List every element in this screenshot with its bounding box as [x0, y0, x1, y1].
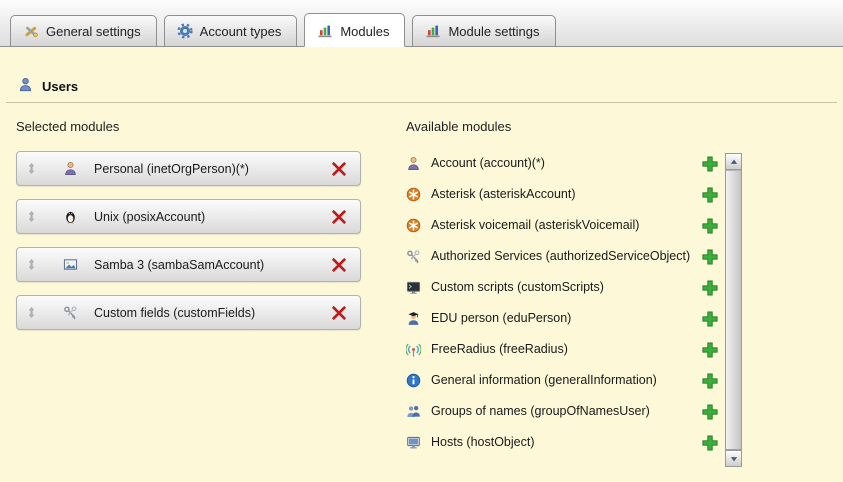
module-label: Custom fields (customFields) — [94, 306, 331, 320]
module-label: Asterisk (asteriskAccount) — [431, 187, 702, 202]
available-module-custom-scripts: Custom scripts (customScripts) — [406, 275, 718, 300]
available-module-general-information: General information (generalInformation) — [406, 368, 718, 393]
penguin-icon — [63, 209, 79, 224]
add-module-button[interactable] — [702, 156, 718, 172]
image-icon — [63, 257, 79, 272]
keys-icon — [63, 305, 79, 320]
add-module-button[interactable] — [702, 218, 718, 234]
selected-module-custom-fields[interactable]: Custom fields (customFields) — [16, 295, 361, 330]
available-module-asterisk: Asterisk (asteriskAccount) — [406, 182, 718, 207]
module-label: Asterisk voicemail (asteriskVoicemail) — [431, 218, 702, 233]
remove-module-button[interactable] — [331, 209, 347, 225]
available-module-freeradius: FreeRadius (freeRadius) — [406, 337, 718, 362]
add-module-button[interactable] — [702, 435, 718, 451]
keys-icon — [406, 249, 422, 264]
modules-columns: Selected modules Personal (inetOrgPerson… — [0, 103, 843, 467]
add-module-button[interactable] — [702, 249, 718, 265]
selected-module-samba3[interactable]: Samba 3 (sambaSamAccount) — [16, 247, 361, 282]
remove-module-button[interactable] — [331, 161, 347, 177]
user-icon — [18, 77, 33, 95]
available-module-account: Account (account)(*) — [406, 151, 718, 176]
available-module-edu-person: EDU person (eduPerson) — [406, 306, 718, 331]
group-icon — [406, 404, 422, 419]
person-icon — [63, 161, 79, 176]
add-module-button[interactable] — [702, 311, 718, 327]
remove-module-button[interactable] — [331, 305, 347, 321]
tab-bar: General settings Account types Modules M… — [0, 0, 843, 47]
module-label: Hosts (hostObject) — [431, 435, 702, 450]
edu-person-icon — [406, 311, 422, 326]
add-module-button[interactable] — [702, 404, 718, 420]
scrollbar-thumb[interactable] — [726, 170, 741, 450]
radius-icon — [406, 342, 422, 357]
tab-module-settings[interactable]: Module settings — [412, 15, 555, 47]
selected-modules-header: Selected modules — [16, 119, 361, 134]
available-module-groups-of-names: Groups of names (groupOfNamesUser) — [406, 399, 718, 424]
scroll-up-button[interactable] — [726, 154, 741, 170]
module-label: Groups of names (groupOfNamesUser) — [431, 404, 702, 419]
module-label: Account (account)(*) — [431, 156, 702, 171]
module-label: Samba 3 (sambaSamAccount) — [94, 258, 331, 272]
module-label: Custom scripts (customScripts) — [431, 280, 702, 295]
drag-handle-icon[interactable] — [26, 305, 39, 320]
module-label: Authorized Services (authorizedServiceOb… — [431, 249, 702, 264]
section-title: Users — [42, 79, 78, 94]
module-label: Unix (posixAccount) — [94, 210, 331, 224]
available-module-hosts: Hosts (hostObject) — [406, 430, 718, 455]
module-label: FreeRadius (freeRadius) — [431, 342, 702, 357]
chart-icon — [425, 23, 441, 39]
wrench-icon — [23, 23, 39, 39]
gear-icon — [177, 23, 193, 39]
tab-modules[interactable]: Modules — [304, 13, 405, 47]
drag-handle-icon[interactable] — [26, 161, 39, 176]
person-icon — [406, 156, 422, 171]
chart-icon — [317, 23, 333, 39]
scroll-down-button[interactable] — [726, 450, 741, 466]
tab-account-types[interactable]: Account types — [164, 15, 298, 47]
add-module-button[interactable] — [702, 373, 718, 389]
module-label: EDU person (eduPerson) — [431, 311, 702, 326]
selected-modules-column: Selected modules Personal (inetOrgPerson… — [16, 119, 361, 467]
asterisk-icon — [406, 187, 422, 202]
tab-label: General settings — [46, 24, 141, 39]
tab-label: Account types — [200, 24, 282, 39]
add-module-button[interactable] — [702, 342, 718, 358]
available-modules-header: Available modules — [406, 119, 766, 134]
available-module-asterisk-voicemail: Asterisk voicemail (asteriskVoicemail) — [406, 213, 718, 238]
drag-handle-icon[interactable] — [26, 209, 39, 224]
drag-handle-icon[interactable] — [26, 257, 39, 272]
selected-module-unix[interactable]: Unix (posixAccount) — [16, 199, 361, 234]
module-label: Personal (inetOrgPerson)(*) — [94, 162, 331, 176]
available-module-authorized-services: Authorized Services (authorizedServiceOb… — [406, 244, 718, 269]
remove-module-button[interactable] — [331, 257, 347, 273]
available-modules-column: Available modules Account (account)(*) A… — [406, 119, 766, 467]
selected-module-personal[interactable]: Personal (inetOrgPerson)(*) — [16, 151, 361, 186]
add-module-button[interactable] — [702, 280, 718, 296]
tab-label: Modules — [340, 24, 389, 39]
info-icon — [406, 373, 422, 388]
host-icon — [406, 435, 422, 450]
module-label: General information (generalInformation) — [431, 373, 702, 388]
available-modules-scrollbar[interactable] — [725, 153, 742, 467]
add-module-button[interactable] — [702, 187, 718, 203]
asterisk-icon — [406, 218, 422, 233]
users-section-heading: Users — [6, 77, 837, 103]
tab-label: Module settings — [448, 24, 539, 39]
available-modules-list: Account (account)(*) Asterisk (asteriskA… — [406, 151, 718, 467]
tab-general-settings[interactable]: General settings — [10, 15, 157, 47]
screen-icon — [406, 280, 422, 295]
